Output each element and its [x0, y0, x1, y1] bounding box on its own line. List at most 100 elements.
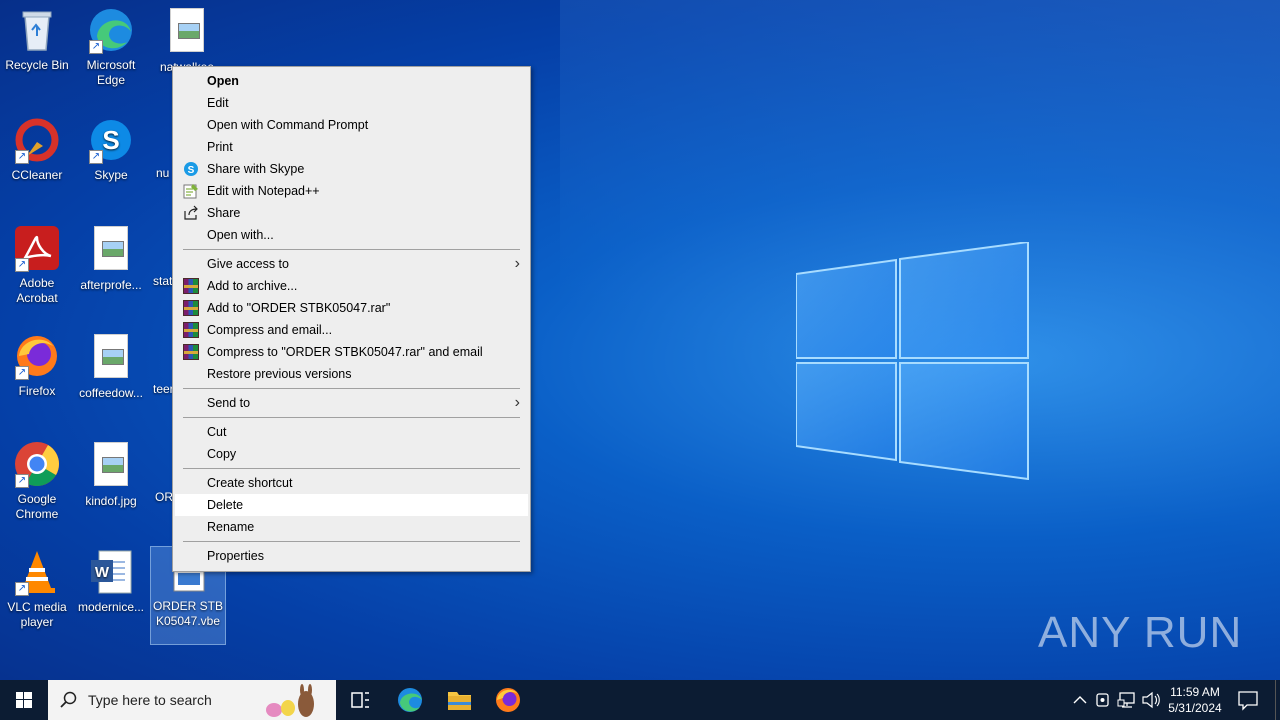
folder-icon: [448, 692, 471, 710]
desktop-icon-label: ORDER STBK05047.vbe: [153, 599, 224, 628]
menu-item-label: Add to archive...: [207, 279, 298, 293]
menu-item-create-shortcut[interactable]: Create shortcut: [175, 472, 528, 494]
task-view-icon: [351, 692, 369, 708]
menu-item-cut[interactable]: Cut: [175, 421, 528, 443]
desktop-icon-adobe-acrobat[interactable]: ↗ Adobe Acrobat: [0, 224, 74, 306]
adobe-acrobat-icon: ↗: [13, 224, 61, 272]
menu-item-open-with[interactable]: Open with...: [175, 224, 528, 246]
menu-separator: [183, 541, 520, 542]
menu-item-label: Share: [207, 206, 241, 220]
volume-icon: [1142, 691, 1160, 709]
menu-item-edit[interactable]: Edit: [175, 92, 528, 114]
menu-item-send-to[interactable]: Send to ›: [175, 392, 528, 414]
menu-separator: [183, 468, 520, 469]
desktop-icon-label: afterprofe...: [80, 278, 142, 292]
menu-item-label: Restore previous versions: [207, 367, 352, 381]
menu-item-label: Give access to: [207, 257, 289, 271]
start-button[interactable]: [0, 680, 48, 720]
task-view-button[interactable]: [336, 680, 384, 720]
menu-item-edit-with-notepad-plus-plus[interactable]: Edit with Notepad++: [175, 180, 528, 202]
chrome-icon: ↗: [13, 440, 61, 488]
desktop-icon-recycle-bin[interactable]: Recycle Bin: [0, 6, 74, 73]
desktop-icon-firefox[interactable]: ↗ Firefox: [0, 332, 74, 399]
winrar-icon: [183, 278, 199, 294]
menu-item-compress-and-email[interactable]: Compress and email...: [175, 319, 528, 341]
desktop-icon-label: Adobe Acrobat: [16, 276, 58, 305]
taskbar-firefox-button[interactable]: [484, 680, 532, 720]
menu-item-add-to-rar[interactable]: Add to "ORDER STBK05047.rar": [175, 297, 528, 319]
menu-item-give-access-to[interactable]: Give access to ›: [175, 253, 528, 275]
menu-item-label: Print: [207, 140, 233, 154]
desktop-icon-partial-label: OR: [155, 490, 173, 504]
tray-volume-button[interactable]: [1140, 680, 1162, 720]
show-hidden-icons-button[interactable]: [1070, 680, 1090, 720]
show-desktop-button[interactable]: [1275, 680, 1280, 720]
menu-item-open-with-command-prompt[interactable]: Open with Command Prompt: [175, 114, 528, 136]
menu-item-label: Compress to "ORDER STBK05047.rar" and em…: [207, 345, 483, 359]
tray-device-button[interactable]: [1093, 680, 1113, 720]
search-icon: [60, 691, 77, 708]
desktop-icon-afterprofe[interactable]: afterprofe...: [74, 224, 148, 293]
skype-icon: S: [184, 162, 198, 176]
menu-item-rename[interactable]: Rename: [175, 516, 528, 538]
image-file-icon: [87, 334, 135, 382]
menu-item-label: Edit with Notepad++: [207, 184, 320, 198]
menu-item-label: Send to: [207, 396, 251, 410]
clock-date: 5/31/2024: [1168, 701, 1222, 715]
device-icon: [1096, 693, 1109, 707]
menu-separator: [183, 388, 520, 389]
recycle-bin-icon: [13, 6, 61, 54]
menu-item-delete[interactable]: Delete: [175, 494, 528, 516]
desktop-icon-vlc[interactable]: ↗ VLC media player: [0, 548, 74, 630]
desktop-icon-modernice[interactable]: W modernice...: [74, 548, 148, 615]
tray-network-button[interactable]: [1116, 680, 1138, 720]
shortcut-arrow-icon: ↗: [15, 474, 29, 488]
image-file-icon: [87, 226, 135, 274]
image-file-icon: [87, 442, 135, 490]
menu-item-label: Open: [207, 74, 239, 88]
desktop-icon-kindof[interactable]: kindof.jpg: [74, 440, 148, 509]
taskbar: Type here to search 11:59 AM 5/31/2024: [0, 680, 1280, 720]
menu-item-add-to-archive[interactable]: Add to archive...: [175, 275, 528, 297]
notepad-plus-plus-icon: [183, 184, 198, 199]
menu-item-label: Edit: [207, 96, 229, 110]
desktop-icon-label: modernice...: [77, 600, 145, 614]
menu-item-share[interactable]: Share: [175, 202, 528, 224]
firefox-icon: [496, 688, 520, 712]
menu-item-label: Delete: [207, 498, 244, 512]
action-center-button[interactable]: [1232, 680, 1264, 720]
chevron-right-icon: ›: [514, 394, 520, 411]
word-document-icon: W: [87, 548, 135, 596]
desktop-icon-ccleaner[interactable]: ↗ CCleaner: [0, 116, 74, 183]
desktop-icon-label: kindof.jpg: [85, 494, 137, 508]
edge-icon: ↗: [87, 6, 135, 54]
taskbar-file-explorer-button[interactable]: [435, 680, 483, 720]
menu-separator: [183, 417, 520, 418]
menu-item-restore-previous-versions[interactable]: Restore previous versions: [175, 363, 528, 385]
menu-item-label: Open with Command Prompt: [207, 118, 369, 132]
menu-item-label: Cut: [207, 425, 227, 439]
svg-text:S: S: [102, 125, 119, 155]
desktop-icon-coffeedow[interactable]: coffeedow...: [74, 332, 148, 401]
skype-icon: S ↗: [87, 116, 135, 164]
vlc-icon: ↗: [13, 548, 61, 596]
desktop-icon-label: Skype: [94, 168, 128, 182]
taskbar-search-box[interactable]: Type here to search: [48, 680, 336, 720]
menu-item-open[interactable]: Open: [175, 70, 528, 92]
desktop-icon-google-chrome[interactable]: ↗ Google Chrome: [0, 440, 74, 522]
taskbar-edge-button[interactable]: [386, 680, 434, 720]
menu-item-label: Copy: [207, 447, 237, 461]
menu-item-copy[interactable]: Copy: [175, 443, 528, 465]
desktop-icon-natwalkee[interactable]: natwalkee: [150, 6, 224, 75]
shortcut-arrow-icon: ↗: [15, 366, 29, 380]
taskbar-clock[interactable]: 11:59 AM 5/31/2024: [1162, 684, 1228, 716]
menu-item-share-with-skype[interactable]: S Share with Skype: [175, 158, 528, 180]
winrar-icon: [183, 344, 199, 360]
menu-item-properties[interactable]: Properties: [175, 545, 528, 567]
menu-item-label: Create shortcut: [207, 476, 293, 490]
menu-item-print[interactable]: Print: [175, 136, 528, 158]
desktop-icon-partial-label: teer: [153, 382, 174, 396]
desktop-icon-microsoft-edge[interactable]: ↗ Microsoft Edge: [74, 6, 148, 88]
desktop-icon-skype[interactable]: S ↗ Skype: [74, 116, 148, 183]
menu-item-compress-to-rar-and-email[interactable]: Compress to "ORDER STBK05047.rar" and em…: [175, 341, 528, 363]
